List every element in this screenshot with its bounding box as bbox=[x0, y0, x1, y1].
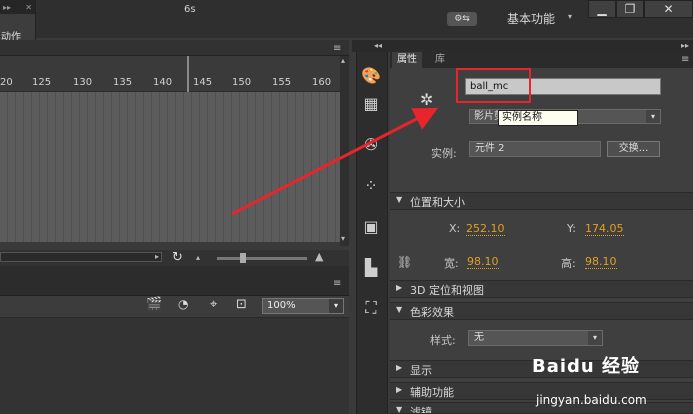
section-label: 3D 定位和视图 bbox=[410, 284, 484, 297]
color-style-select[interactable]: 无 ▾ bbox=[468, 330, 603, 346]
restore-button[interactable]: ❐ bbox=[616, 0, 644, 18]
scroll-right-icon[interactable]: ▸ bbox=[155, 252, 159, 261]
section-3d-position[interactable]: ▶ 3D 定位和视图 bbox=[390, 280, 693, 298]
swatches-grid-icon[interactable]: ▦ bbox=[361, 94, 381, 114]
triangle-right-icon: ▶ bbox=[396, 283, 403, 292]
ruler-tick-label: 145 bbox=[193, 77, 213, 88]
timeline-ruler[interactable]: 20 125 130 135 140 145 150 155 160 bbox=[0, 56, 340, 92]
timeline-zoom-slider[interactable] bbox=[217, 257, 307, 260]
y-label: Y: bbox=[567, 222, 576, 235]
instance-of-label: 实例: bbox=[431, 147, 457, 160]
y-value[interactable]: 174.05 bbox=[585, 222, 624, 236]
width-label: 宽: bbox=[444, 257, 459, 270]
chevron-down-icon: ▾ bbox=[329, 299, 343, 313]
height-value[interactable]: 98.10 bbox=[585, 255, 617, 269]
x-label: X: bbox=[449, 222, 461, 235]
playhead[interactable] bbox=[187, 56, 189, 92]
expand-panels-icon[interactable]: ▸▸ bbox=[681, 41, 689, 50]
playhead-time-label: 6s bbox=[184, 4, 196, 15]
scroll-up-icon[interactable]: ▴ bbox=[341, 56, 345, 65]
center-stage-icon[interactable]: ⌖ bbox=[210, 297, 217, 312]
chevron-down-icon[interactable]: ▾ bbox=[568, 12, 572, 21]
stage-header bbox=[0, 266, 349, 296]
triangle-right-icon: ▶ bbox=[396, 385, 403, 394]
section-position-size[interactable]: ▼ 位置和大小 bbox=[390, 192, 693, 210]
section-label: 滤镜 bbox=[410, 406, 432, 414]
instance-name-tooltip: 实例名称 bbox=[498, 110, 578, 126]
timeline-frames[interactable] bbox=[0, 92, 340, 242]
strip-header bbox=[352, 40, 390, 52]
timeline-horizontal-scrollbar[interactable]: ▸ bbox=[0, 252, 162, 262]
components-icon[interactable]: ⁘ bbox=[361, 176, 381, 196]
chevron-down-icon: ▾ bbox=[588, 331, 602, 345]
height-label: 高: bbox=[561, 257, 576, 270]
transform-icon[interactable]: ⛶ bbox=[361, 298, 381, 318]
timeline-menu-icon[interactable]: ≡ bbox=[333, 43, 341, 54]
loop-icon[interactable]: ↻ bbox=[172, 250, 183, 265]
close-icon[interactable]: ✕ bbox=[25, 3, 32, 12]
triangle-down-icon: ▼ bbox=[396, 405, 403, 414]
actions-panel-label[interactable]: 动作 bbox=[0, 14, 35, 43]
align-icon[interactable]: ▙ bbox=[361, 258, 381, 278]
panel-menu-icon[interactable]: ≡ bbox=[681, 54, 689, 65]
section-label: 位置和大小 bbox=[410, 196, 465, 209]
tab-library[interactable]: 库 bbox=[430, 52, 450, 68]
link-icon[interactable]: ⛓ bbox=[397, 255, 412, 269]
close-button[interactable]: ✕ bbox=[644, 0, 693, 18]
section-label: 辅助功能 bbox=[410, 386, 454, 399]
triangle-down-icon: ▼ bbox=[396, 195, 403, 204]
ruler-tick-label: 125 bbox=[32, 77, 52, 88]
scroll-down-icon[interactable]: ▾ bbox=[341, 234, 345, 243]
collapse-panels-icon[interactable]: ◂◂ bbox=[374, 41, 382, 50]
stage-canvas[interactable] bbox=[0, 318, 349, 414]
edit-scene-icon[interactable]: 🎬 bbox=[146, 297, 162, 312]
chevron-down-icon: ▾ bbox=[646, 110, 660, 123]
color-palette-icon[interactable]: 🎨 bbox=[361, 66, 381, 86]
width-value[interactable]: 98.10 bbox=[467, 255, 499, 269]
ruler-tick-label: 130 bbox=[73, 77, 93, 88]
expand-icon[interactable]: ▸▸ bbox=[3, 3, 11, 12]
triangle-down-icon: ▼ bbox=[396, 305, 403, 314]
ruler-tick-label: 150 bbox=[232, 77, 252, 88]
swap-button[interactable]: 交换... bbox=[607, 141, 660, 157]
ruler-tick-label: 160 bbox=[312, 77, 332, 88]
edit-symbol-icon[interactable]: ◔ bbox=[178, 297, 188, 311]
ruler-tick-label: 135 bbox=[113, 77, 133, 88]
workspace-switcher-label[interactable]: 基本功能 bbox=[507, 10, 555, 27]
motion-presets-icon[interactable]: ✇ bbox=[361, 135, 381, 155]
timeline-vertical-scrollbar[interactable]: ▴ ▾ bbox=[340, 56, 349, 246]
minimize-button[interactable]: ▁ bbox=[588, 0, 616, 18]
mini-panel-header: ▸▸ ✕ bbox=[0, 0, 35, 14]
zoom-select[interactable]: 100% ▾ bbox=[262, 298, 344, 314]
section-color-effect[interactable]: ▼ 色彩效果 bbox=[390, 302, 693, 320]
movie-clip-symbol-icon: ✲ bbox=[420, 90, 434, 109]
timeline-zoom-slider-knob[interactable] bbox=[240, 253, 246, 263]
ruler-tick-label: 155 bbox=[272, 77, 292, 88]
library-book-icon[interactable]: ▣ bbox=[361, 217, 381, 237]
style-label: 样式: bbox=[430, 334, 456, 347]
section-label: 色彩效果 bbox=[410, 306, 454, 319]
stage-menu-icon[interactable]: ≡ bbox=[333, 278, 341, 289]
ruler-tick-label: 20 bbox=[0, 77, 13, 88]
watermark-url: jingyan.baidu.com bbox=[536, 393, 647, 407]
sync-settings-icon: ⚙⇆ bbox=[454, 14, 470, 24]
sync-settings-button[interactable]: ⚙⇆ bbox=[447, 12, 477, 26]
annotation-highlight-box bbox=[456, 68, 531, 103]
zoom-out-triangle-icon[interactable]: ▴ bbox=[196, 253, 200, 262]
style-value: 无 bbox=[474, 332, 484, 343]
zoom-value: 100% bbox=[267, 300, 296, 311]
triangle-right-icon: ▶ bbox=[396, 363, 403, 372]
clip-to-stage-icon[interactable]: ⊡ bbox=[236, 297, 247, 312]
ruler-tick-label: 140 bbox=[153, 77, 173, 88]
zoom-in-triangle-icon[interactable]: ▲ bbox=[315, 250, 323, 263]
x-value[interactable]: 252.10 bbox=[466, 222, 505, 236]
tab-properties[interactable]: 属性 bbox=[392, 52, 422, 68]
section-label: 显示 bbox=[410, 364, 432, 377]
timeline-header bbox=[0, 40, 349, 56]
instance-of-field: 元件 2 bbox=[469, 141, 601, 157]
baidu-watermark-logo: Baidu 经验 bbox=[532, 356, 641, 377]
